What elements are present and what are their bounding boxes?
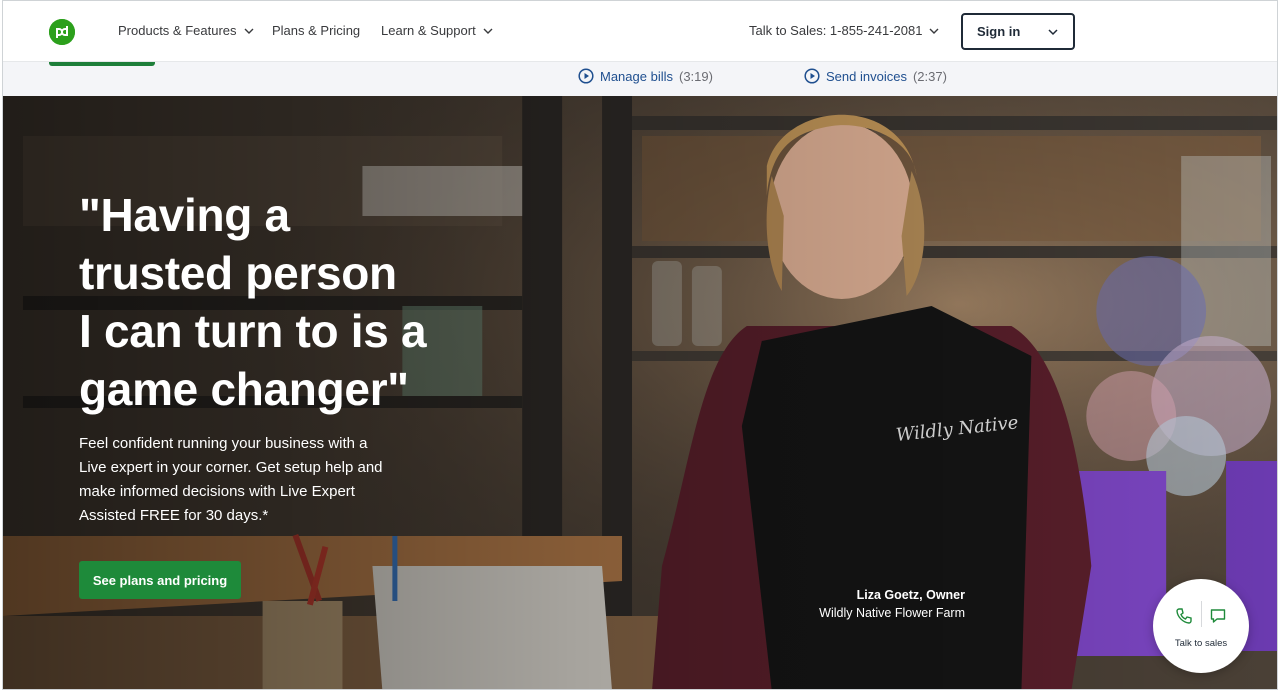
headline-line: I can turn to is a — [79, 305, 427, 357]
chat-icon[interactable] — [1209, 607, 1227, 625]
subtext-line: Live expert in your corner. Get setup he… — [79, 459, 383, 476]
play-circle-icon — [804, 68, 820, 84]
quickbooks-logo-icon[interactable] — [49, 19, 75, 45]
talk-to-sales-dropdown[interactable]: Talk to Sales: 1-855-241-2081 — [749, 23, 940, 38]
nav-label: Learn & Support — [381, 23, 476, 38]
hero-headline: "Having a trusted person I can turn to i… — [79, 186, 549, 418]
caption-company: Wildly Native Flower Farm — [819, 606, 965, 620]
nav-plans-pricing[interactable]: Plans & Pricing — [272, 23, 360, 38]
see-plans-pricing-button[interactable]: See plans and pricing — [79, 561, 241, 599]
caption-name: Liza Goetz, Owner — [856, 588, 965, 602]
browser-page: Products & Features Plans & Pricing Lear… — [2, 0, 1278, 690]
subtext-line: Feel confident running your business wit… — [79, 435, 368, 452]
active-indicator — [49, 62, 155, 66]
talk-to-sales-widget[interactable]: Talk to sales — [1153, 579, 1249, 673]
hero-section: Wildly Native "Having a trusted person I… — [3, 96, 1277, 689]
headline-line: game changer" — [79, 363, 409, 415]
sales-phone-label: Talk to Sales: 1-855-241-2081 — [749, 23, 923, 38]
video-links-strip: Manage bills (3:19) Send invoices (2:37) — [3, 62, 1277, 96]
nav-learn-support[interactable]: Learn & Support — [381, 23, 494, 38]
sign-in-button[interactable]: Sign in — [961, 13, 1075, 50]
talk-to-sales-label: Talk to sales — [1174, 638, 1228, 649]
video-duration: (2:37) — [912, 68, 947, 84]
nav-products-features[interactable]: Products & Features — [118, 23, 255, 38]
chevron-down-icon — [483, 28, 493, 34]
divider — [1201, 601, 1202, 627]
sign-in-label: Sign in — [977, 24, 1021, 39]
chevron-down-icon — [929, 28, 939, 34]
phone-icon[interactable] — [1175, 607, 1193, 625]
video-label: Send invoices — [826, 68, 907, 84]
video-duration: (3:19) — [679, 68, 713, 84]
nav-label: Products & Features — [118, 23, 237, 38]
headline-line: trusted person — [79, 247, 397, 299]
hero-subtext: Feel confident running your business wit… — [79, 432, 409, 528]
cta-label: See plans and pricing — [92, 572, 228, 588]
chevron-down-icon — [244, 28, 253, 34]
subtext-line: make informed decisions with Live Expert — [79, 483, 355, 500]
testimonial-caption: Liza Goetz, Owner Wildly Native Flower F… — [703, 586, 965, 622]
headline-line: "Having a — [79, 189, 290, 241]
play-circle-icon — [578, 68, 594, 84]
video-link-send-invoices[interactable]: Send invoices (2:37) — [804, 68, 947, 84]
subtext-line: Assisted FREE for 30 days.* — [79, 507, 269, 524]
nav-label: Plans & Pricing — [272, 23, 361, 38]
video-label: Manage bills — [600, 68, 673, 84]
top-navigation: Products & Features Plans & Pricing Lear… — [3, 1, 1277, 62]
video-link-manage-bills[interactable]: Manage bills (3:19) — [578, 68, 713, 84]
chevron-down-icon — [1048, 29, 1058, 36]
